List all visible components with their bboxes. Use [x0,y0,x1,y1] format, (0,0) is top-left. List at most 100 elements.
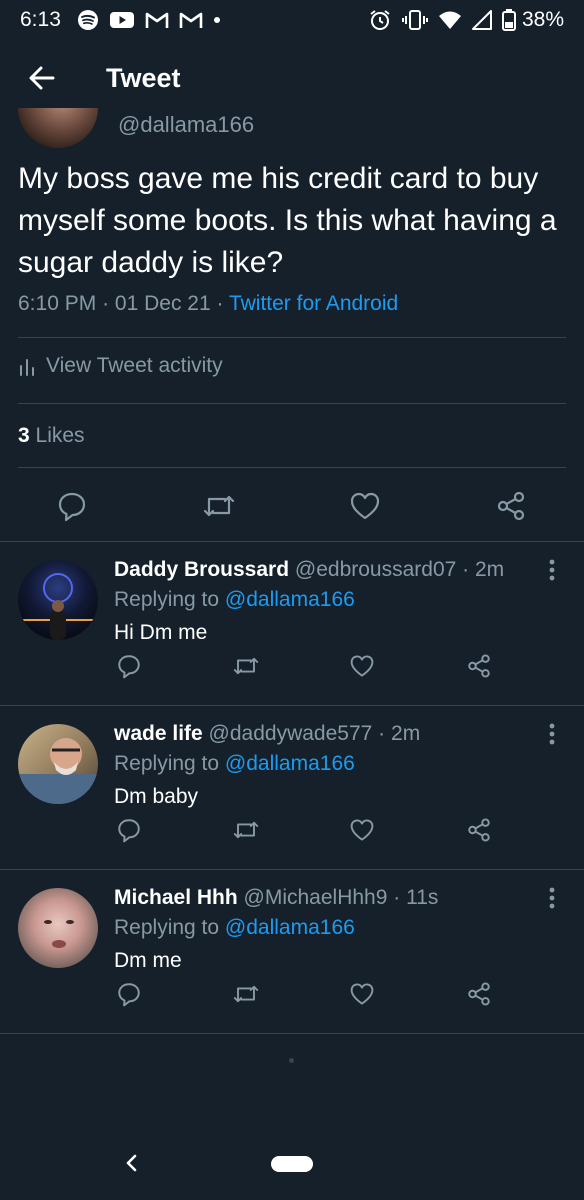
battery-icon [501,9,516,31]
tweet-time[interactable]: 6:10 PM [18,292,96,315]
share-icon [468,654,490,678]
more-options-button[interactable] [540,884,564,912]
arrow-left-icon [29,66,55,90]
reply-author-handle[interactable]: @daddywade577 [209,722,373,745]
signal-icon [471,10,492,30]
like-button[interactable] [345,486,385,526]
meta-separator: · [378,722,386,745]
reply-action-bar [0,646,584,686]
retweet-button[interactable] [226,646,266,686]
tweet-author-handle[interactable]: @dallama166 [118,112,254,138]
top-app-bar: Tweet [0,48,584,108]
reply-button[interactable] [109,974,149,1014]
likes-label: Likes [35,424,85,447]
tweet-meta: 6:10 PM · 01 Dec 21 · Twitter for Androi… [18,292,398,316]
reply-text: Dm me [114,949,182,972]
spotify-icon [77,9,99,31]
reply-header: Daddy Broussard @edbroussard07 · 2m [114,556,554,584]
reply-button[interactable] [109,646,149,686]
share-button[interactable] [459,810,499,850]
alarm-icon [368,8,392,32]
divider [18,467,566,468]
share-icon [497,491,525,521]
comment-icon [118,655,140,679]
chevron-left-icon [126,1154,137,1172]
vibrate-icon [401,9,428,31]
comment-icon [118,819,140,843]
gmail-icon [145,11,169,29]
reply-body: Michael Hhh @MichaelHhh9 · 11s Replying … [114,884,554,978]
meta-separator: · [102,292,110,315]
reply-time: 11s [406,886,439,909]
like-button[interactable] [342,646,382,686]
likes-count-link[interactable]: 3 Likes [18,424,85,448]
reply-time: 2m [475,558,505,581]
reply-author-name[interactable]: Michael Hhh [114,886,238,909]
page-title: Tweet [106,62,181,93]
vertical-dots-icon [549,559,555,581]
gmail-icon [179,11,203,29]
retweet-icon [203,495,235,517]
heart-icon [350,655,374,677]
reply-action-bar [0,974,584,1014]
retweet-button[interactable] [226,810,266,850]
reply-text: Hi Dm me [114,621,208,644]
tweet-date[interactable]: 01 Dec 21 [115,292,211,315]
replying-to: Replying to @dallama166 [114,748,554,780]
meta-separator: · [393,886,401,909]
replying-to-mention[interactable]: @dallama166 [225,752,355,775]
retweet-icon [233,821,259,839]
reply-button[interactable] [52,486,92,526]
tweet-action-bar [0,486,584,526]
heart-icon [350,492,380,520]
replying-to-label: Replying to [114,916,220,939]
battery-percent: 38% [521,8,564,31]
reply-tweet[interactable]: wade life @daddywade577 · 2m Replying to… [0,706,584,869]
view-tweet-activity-button[interactable]: View Tweet activity [18,354,223,378]
reply-author-name[interactable]: wade life [114,722,203,745]
reply-body: wade life @daddywade577 · 2m Replying to… [114,720,554,814]
reply-author-handle[interactable]: @edbroussard07 [295,558,456,581]
like-button[interactable] [342,810,382,850]
share-button[interactable] [491,486,531,526]
tweet-author-row[interactable]: @dallama166 [0,108,584,148]
reply-action-bar [0,810,584,850]
avatar[interactable] [18,560,98,640]
avatar[interactable] [18,888,98,968]
reply-header: Michael Hhh @MichaelHhh9 · 11s [114,884,554,912]
system-navigation-bar [0,1130,584,1200]
more-options-button[interactable] [540,556,564,584]
reply-tweet[interactable]: Daddy Broussard @edbroussard07 · 2m Repl… [0,542,584,705]
share-button[interactable] [459,646,499,686]
reply-button[interactable] [109,810,149,850]
loading-indicator [289,1058,294,1063]
back-button[interactable] [12,48,72,108]
tweet-source-link[interactable]: Twitter for Android [229,292,398,315]
meta-separator: · [462,558,470,581]
replying-to-mention[interactable]: @dallama166 [225,916,355,939]
reply-author-handle[interactable]: @MichaelHhh9 [244,886,388,909]
bar-chart-icon [20,359,34,376]
heart-icon [350,983,374,1005]
share-icon [468,818,490,842]
system-back-button[interactable] [116,1148,146,1178]
retweet-button[interactable] [199,486,239,526]
replying-to-mention[interactable]: @dallama166 [225,588,355,611]
like-button[interactable] [342,974,382,1014]
reply-author-name[interactable]: Daddy Broussard [114,558,289,581]
retweet-button[interactable] [226,974,266,1014]
replying-to: Replying to @dallama166 [114,584,554,616]
meta-separator: · [216,292,224,315]
likes-count: 3 [18,424,30,447]
share-button[interactable] [459,974,499,1014]
reply-tweet[interactable]: Michael Hhh @MichaelHhh9 · 11s Replying … [0,870,584,1033]
avatar[interactable] [18,108,98,148]
view-tweet-activity-label: View Tweet activity [46,354,223,377]
home-gesture-pill[interactable] [271,1156,313,1172]
divider [0,1033,584,1034]
replying-to-label: Replying to [114,752,220,775]
avatar[interactable] [18,724,98,804]
tweet-text: My boss gave me his credit card to buy m… [18,162,557,279]
reply-body: Daddy Broussard @edbroussard07 · 2m Repl… [114,556,554,650]
more-options-button[interactable] [540,720,564,748]
